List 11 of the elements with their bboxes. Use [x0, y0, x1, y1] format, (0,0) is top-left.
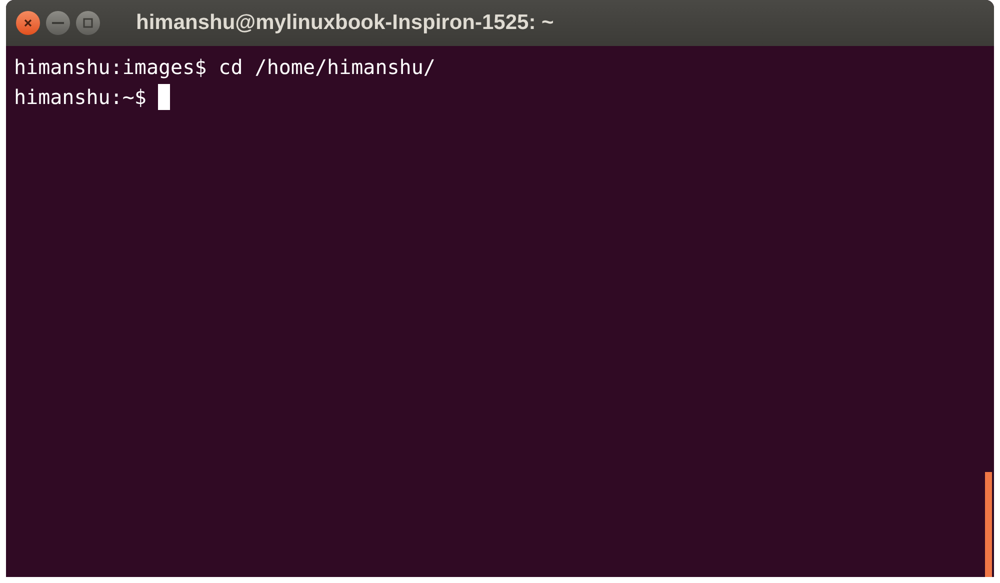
window-title: himanshu@mylinuxbook-Inspiron-1525: ~ [136, 10, 554, 36]
close-icon [23, 18, 33, 28]
scrollbar-thumb[interactable] [985, 472, 992, 577]
close-button[interactable] [16, 11, 40, 35]
shell-prompt: himanshu:images$ [14, 54, 207, 81]
minimize-button[interactable] [46, 11, 70, 35]
shell-prompt: himanshu:~$ [14, 84, 146, 111]
command-text: cd /home/himanshu/ [218, 54, 436, 81]
maximize-icon [83, 18, 93, 28]
maximize-button[interactable] [76, 11, 100, 35]
minimize-icon [52, 21, 64, 25]
